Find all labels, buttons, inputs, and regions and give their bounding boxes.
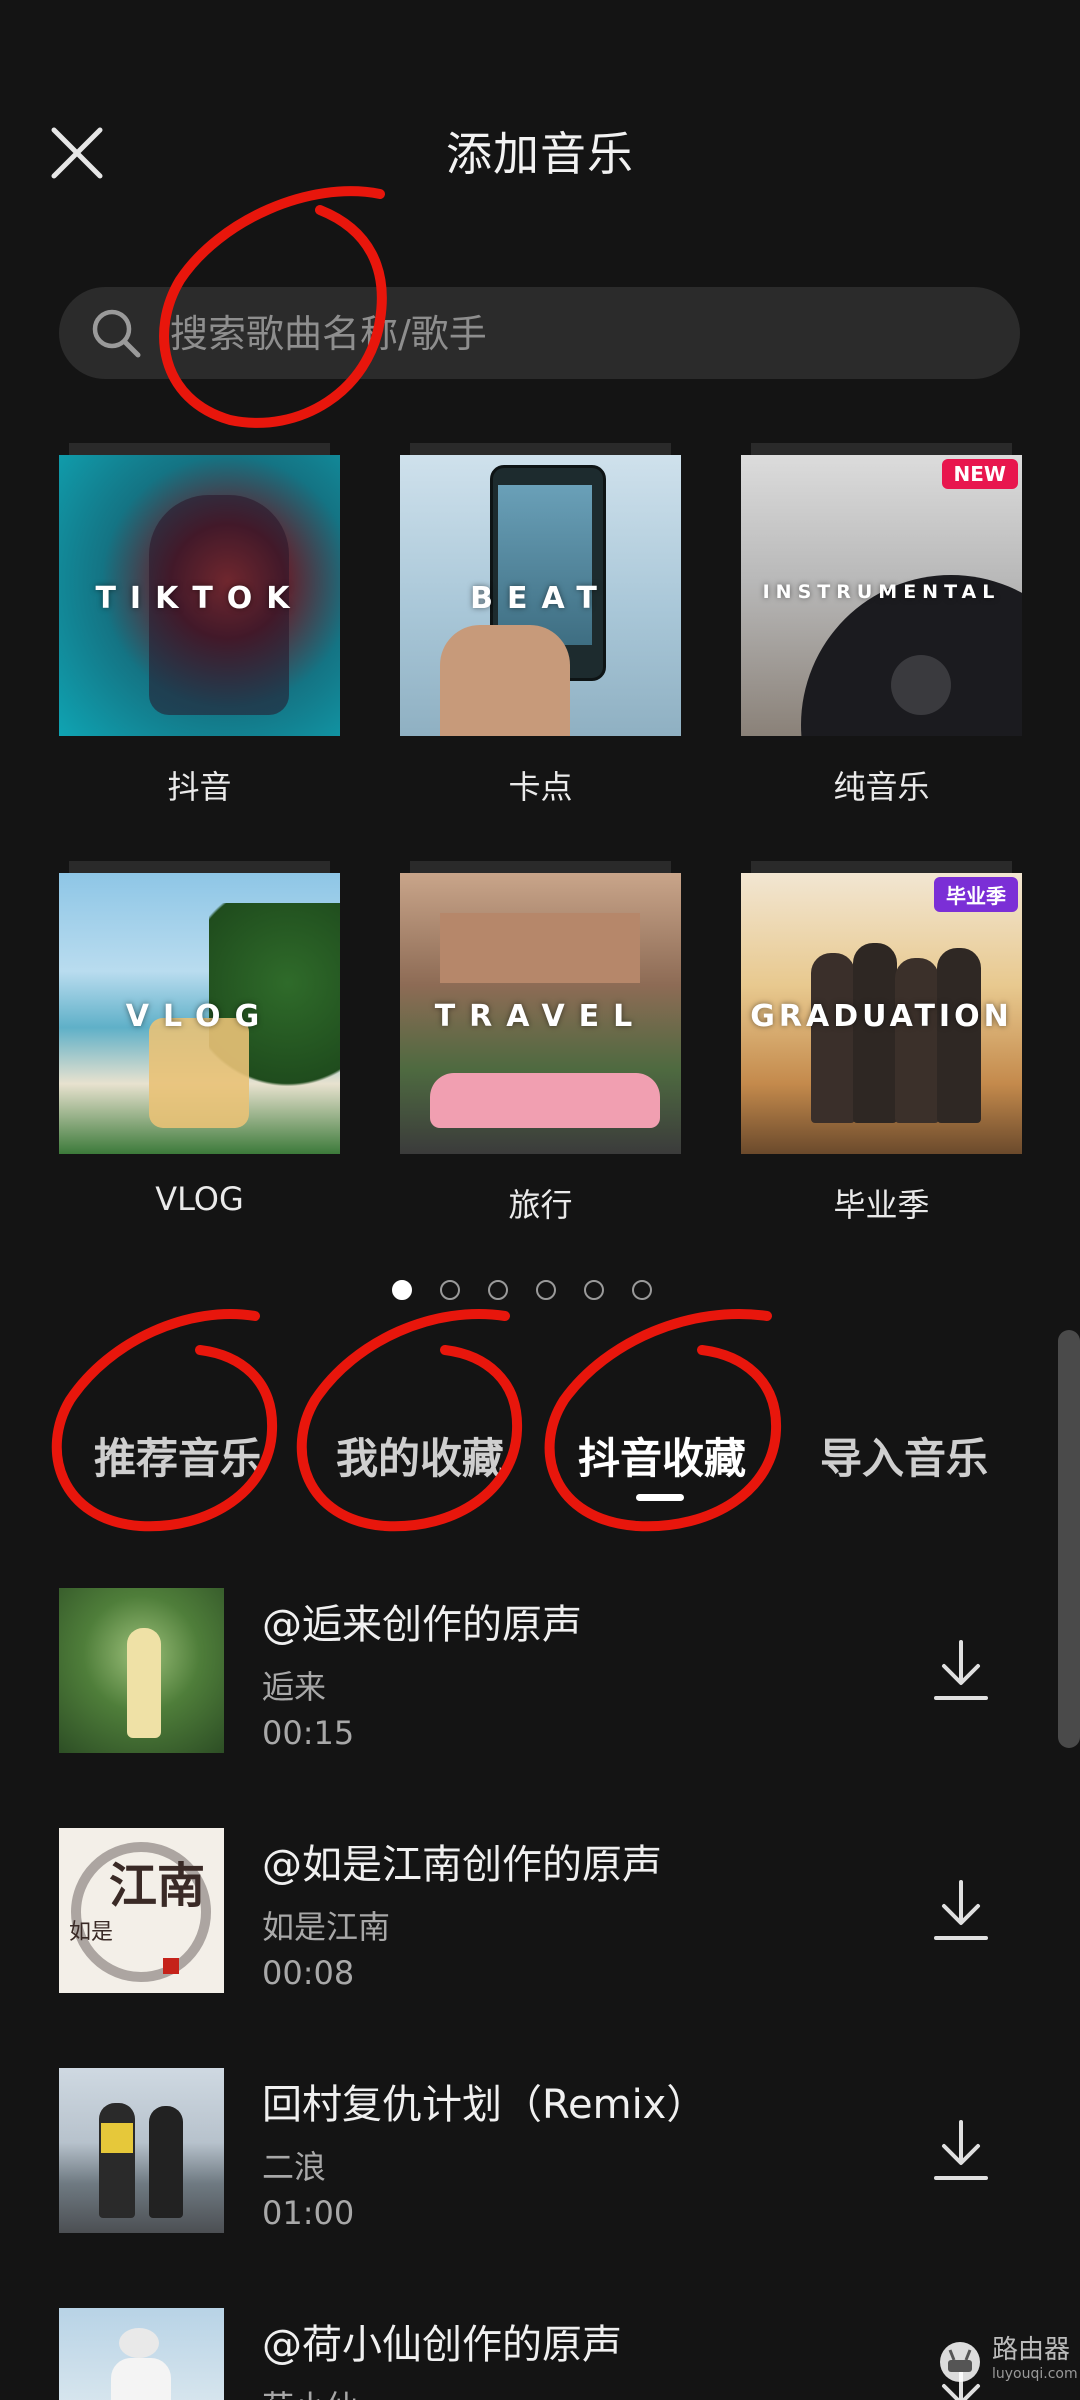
song-artist: 荷小仙 — [262, 2382, 358, 2400]
song-artist: 二浪 — [262, 2148, 327, 2186]
card-stack-decoration — [69, 861, 330, 873]
download-icon[interactable] — [932, 1878, 990, 1944]
annotation-circle-tab-2 — [296, 1308, 523, 1532]
category-card-beat[interactable]: BEAT 卡点 — [400, 443, 681, 808]
scrollbar-thumb[interactable] — [1058, 1330, 1080, 1748]
song-artist: 如是江南 — [262, 1908, 391, 1946]
song-cover: 江南 如是 — [59, 1828, 224, 1993]
song-artist: 逅来 — [262, 1668, 327, 1706]
category-card-graduation[interactable]: GRADUATION 毕业季 毕业季 — [741, 861, 1022, 1226]
category-card-travel[interactable]: TRAVEL 旅行 — [400, 861, 681, 1226]
song-row[interactable]: 回村复仇计划（Remix） 二浪 01:00 — [0, 2068, 1080, 2238]
page-dot[interactable] — [488, 1280, 508, 1300]
card-stack-decoration — [751, 861, 1012, 873]
new-badge: NEW — [941, 459, 1018, 489]
category-card-vlog[interactable]: VLOG VLOG — [59, 861, 340, 1218]
category-label: 抖音 — [167, 768, 232, 806]
annotation-circle-tab-1 — [51, 1308, 278, 1532]
download-icon[interactable] — [932, 1638, 990, 1704]
category-label: 纯音乐 — [833, 768, 930, 806]
graduation-badge: 毕业季 — [934, 877, 1018, 912]
category-overlay-text: BEAT — [470, 581, 611, 616]
page-title: 添加音乐 — [446, 127, 634, 181]
category-label: 卡点 — [508, 768, 573, 806]
category-thumbnail: VLOG — [59, 873, 340, 1154]
song-title: 回村复仇计划（Remix） — [262, 2082, 707, 2128]
song-title: @荷小仙创作的原声 — [262, 2322, 622, 2368]
song-cover — [59, 1588, 224, 1753]
category-overlay-text: GRADUATION — [750, 999, 1013, 1034]
category-thumbnail: BEAT — [400, 455, 681, 736]
annotation-circle-tab-3 — [544, 1308, 782, 1532]
song-cover — [59, 2308, 224, 2400]
song-title: @逅来创作的原声 — [262, 1602, 582, 1648]
card-stack-decoration — [410, 443, 671, 455]
category-thumbnail: TIKTOK — [59, 455, 340, 736]
watermark-url: luyouqi.com — [992, 2366, 1078, 2382]
page-dot-active[interactable] — [392, 1280, 412, 1300]
song-duration: 01:00 — [262, 2194, 355, 2232]
category-thumbnail: GRADUATION 毕业季 — [741, 873, 1022, 1154]
card-stack-decoration — [751, 443, 1012, 455]
song-cover — [59, 2068, 224, 2233]
page-dot[interactable] — [584, 1280, 604, 1300]
category-label: 旅行 — [508, 1186, 573, 1224]
category-card-tiktok[interactable]: TIKTOK 抖音 — [59, 443, 340, 808]
song-title: @如是江南创作的原声 — [262, 1842, 662, 1888]
cover-caption: 如是 — [69, 1920, 114, 1945]
category-label: VLOG — [155, 1180, 244, 1218]
song-row[interactable]: 江南 如是 @如是江南创作的原声 如是江南 00:08 — [0, 1828, 1080, 1998]
song-row[interactable]: @逅来创作的原声 逅来 00:15 — [0, 1588, 1080, 1758]
song-duration: 00:15 — [262, 1714, 355, 1752]
page-dot[interactable] — [536, 1280, 556, 1300]
category-label: 毕业季 — [833, 1186, 930, 1224]
song-row[interactable]: @荷小仙创作的原声 荷小仙 — [0, 2308, 1080, 2400]
song-duration: 00:08 — [262, 1954, 355, 1992]
tab-import-music[interactable]: 导入音乐 — [820, 1425, 988, 1486]
page-dot[interactable] — [440, 1280, 460, 1300]
watermark-text: 路由器 — [992, 2335, 1071, 2365]
card-stack-decoration — [69, 443, 330, 455]
category-overlay-text: TIKTOK — [95, 581, 304, 616]
router-logo-icon — [940, 2342, 980, 2382]
download-icon[interactable] — [932, 2118, 990, 2184]
category-thumbnail: INSTRUMENTAL NEW — [741, 455, 1022, 736]
category-card-instrumental[interactable]: INSTRUMENTAL NEW 纯音乐 — [741, 443, 1022, 808]
page-dot[interactable] — [632, 1280, 652, 1300]
annotation-circle-search — [159, 186, 387, 428]
category-overlay-text: VLOG — [125, 999, 274, 1034]
search-icon — [92, 309, 141, 358]
cover-calligraphy: 江南 — [109, 1858, 206, 1914]
category-overlay-text: TRAVEL — [434, 999, 647, 1034]
category-thumbnail: TRAVEL — [400, 873, 681, 1154]
category-overlay-text: INSTRUMENTAL — [762, 581, 1001, 603]
card-stack-decoration — [410, 861, 671, 873]
